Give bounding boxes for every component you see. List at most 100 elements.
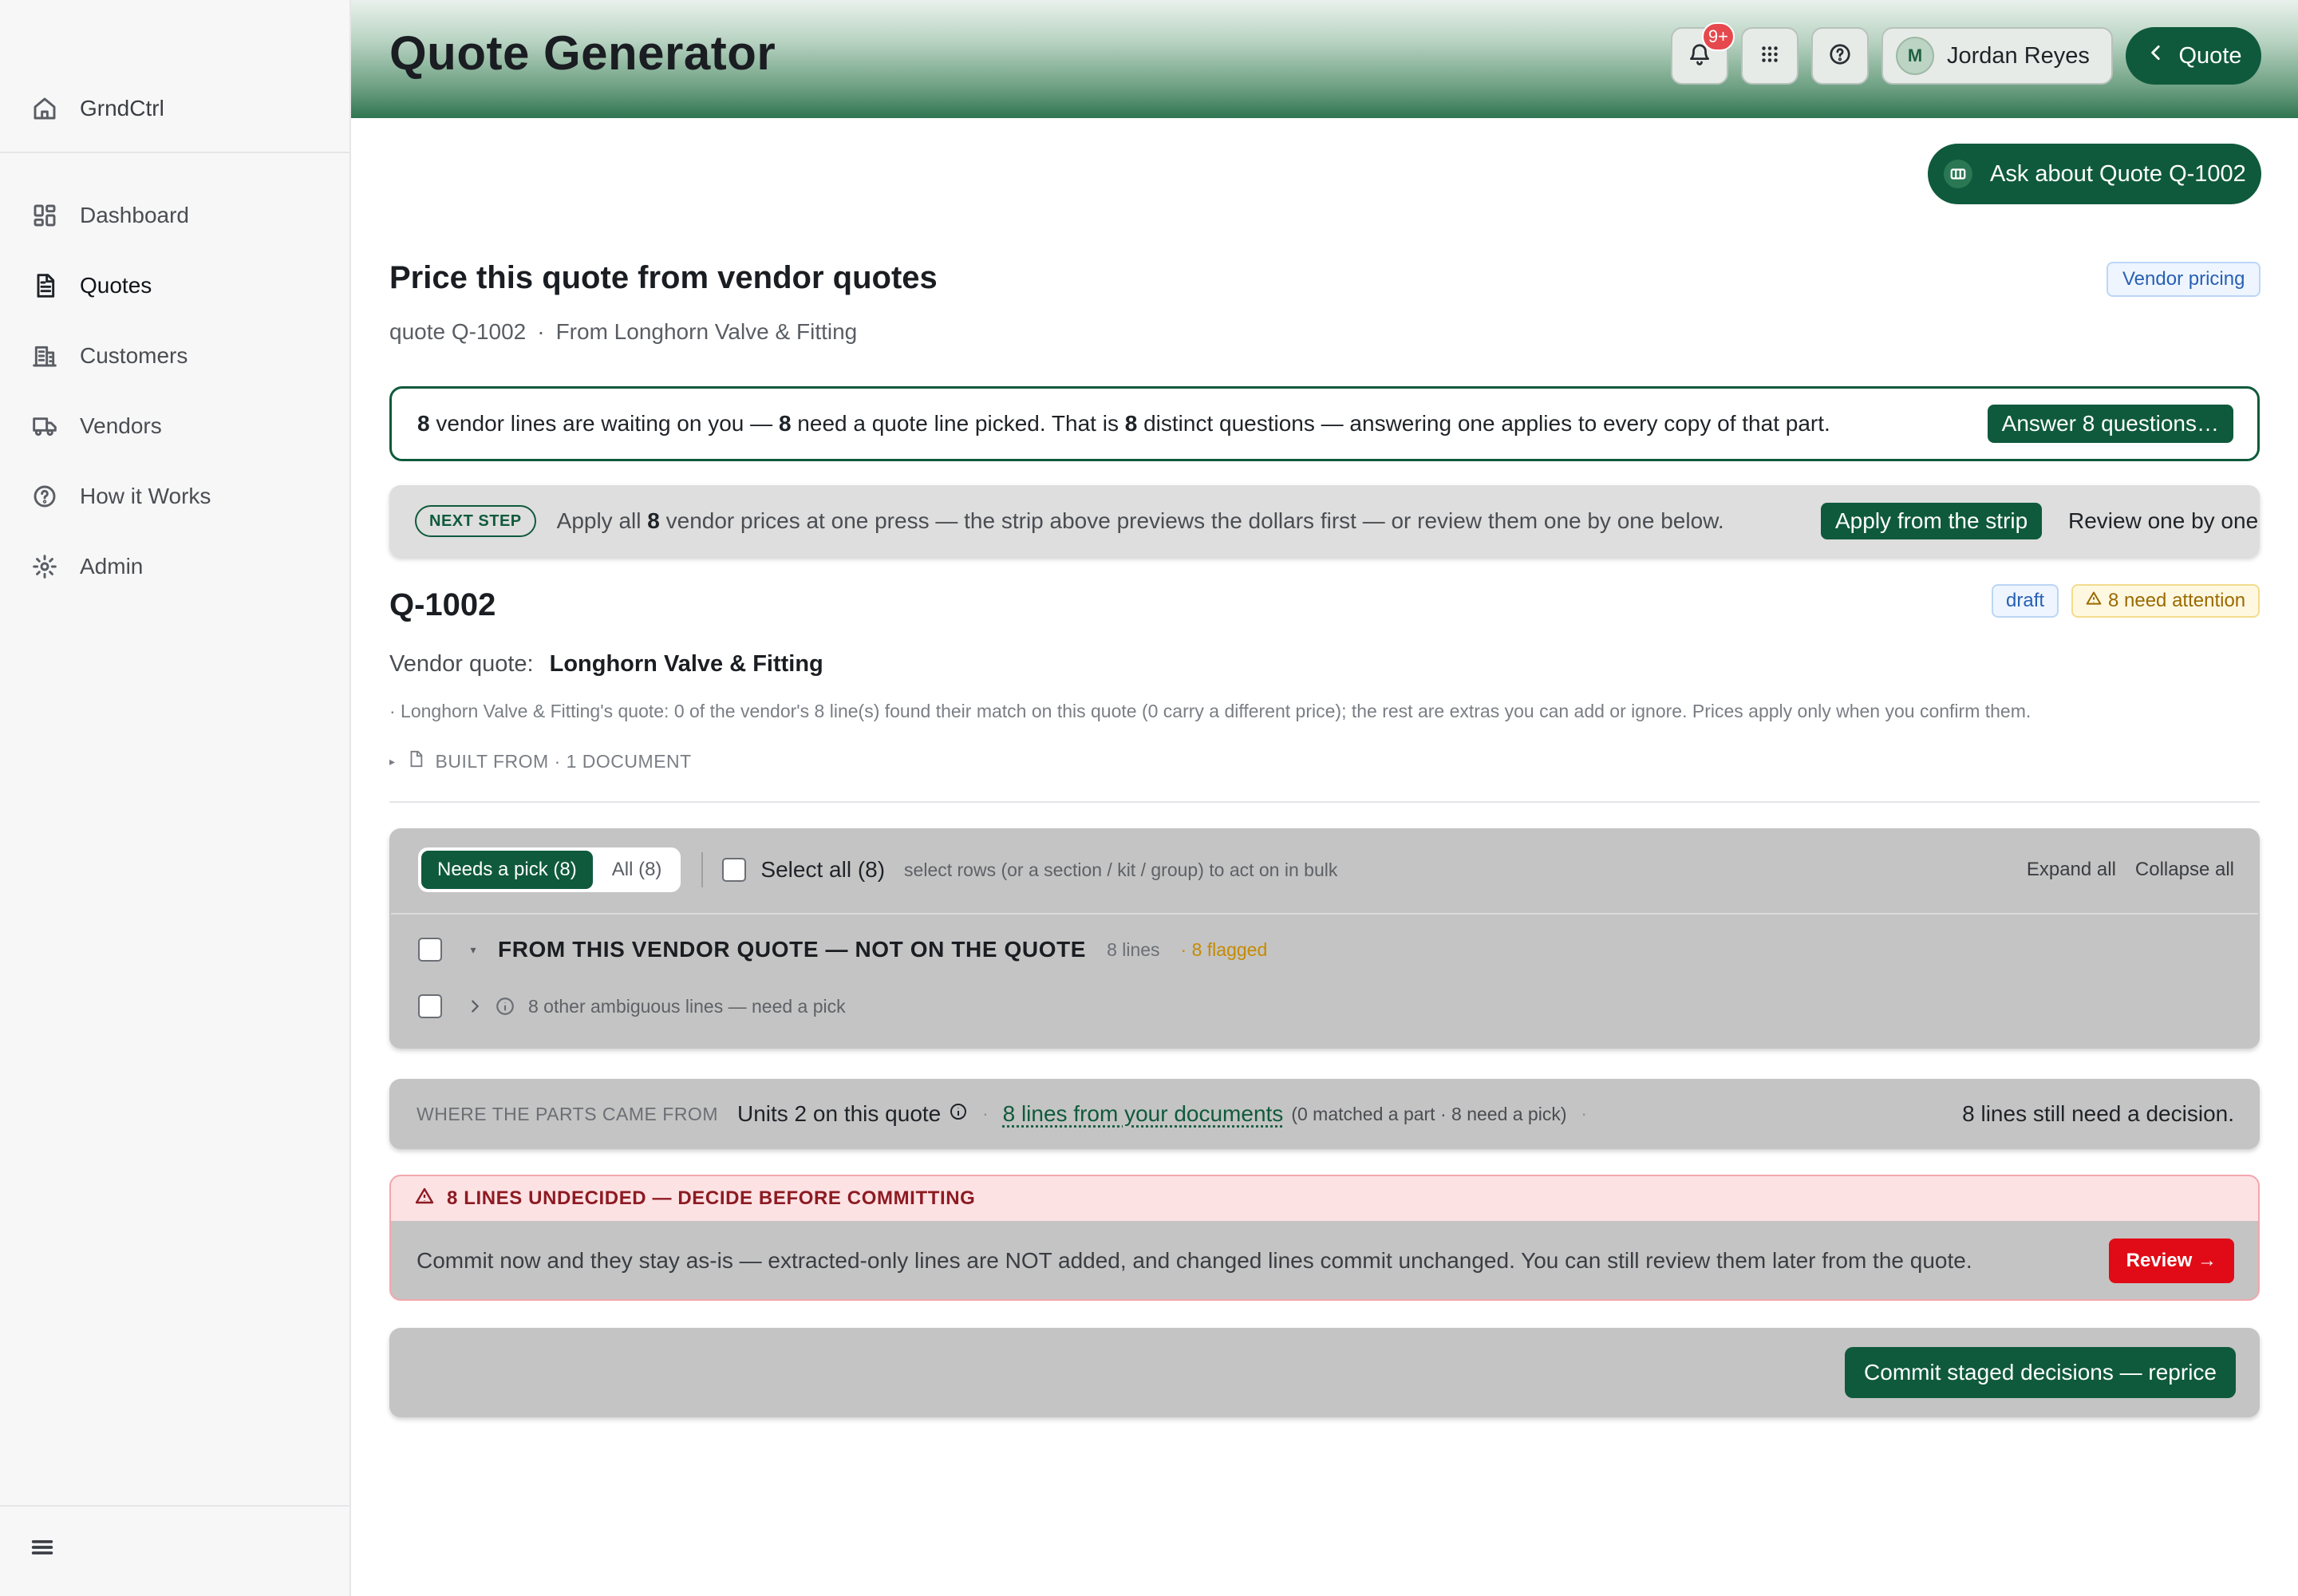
warning-header: 8 LINES UNDECIDED — DECIDE BEFORE COMMIT… xyxy=(391,1176,2258,1221)
warning-icon xyxy=(415,1187,434,1211)
truck-icon xyxy=(30,412,59,440)
group-flagged-count: · 8 flagged xyxy=(1180,938,1268,960)
next-step-bar: NEXT STEP Apply all 8 vendor prices at o… xyxy=(389,485,2260,557)
group-title: FROM THIS VENDOR QUOTE — NOT ON THE QUOT… xyxy=(498,937,1087,962)
select-all-checkbox[interactable] xyxy=(722,858,747,882)
ask-label: Ask about Quote Q-1002 xyxy=(1990,160,2246,187)
building-icon xyxy=(30,342,59,370)
document-lines-summary: (0 matched a part · 8 need a pick) xyxy=(1291,1103,1567,1124)
select-all-label: Select all (8) xyxy=(760,857,886,882)
warning-icon xyxy=(2086,590,2102,612)
review-one-by-one-button[interactable]: Review one by one xyxy=(2068,503,2258,539)
vendor-only-group: ▾ FROM THIS VENDOR QUOTE — NOT ON THE QU… xyxy=(391,913,2258,1047)
commit-bar: Commit staged decisions — reprice xyxy=(389,1328,2260,1417)
sidebar-item-label: Admin xyxy=(80,554,144,579)
dashboard-icon xyxy=(30,201,59,230)
caret-down-icon[interactable]: ▾ xyxy=(466,943,480,957)
review-button[interactable]: Review → xyxy=(2108,1238,2234,1283)
ask-about-quote-button[interactable]: Ask about Quote Q-1002 xyxy=(1928,144,2261,204)
section-title: Price this quote from vendor quotes xyxy=(389,260,938,295)
list-toolbar: Needs a pick (8) All (8) Select all (8) … xyxy=(389,828,2260,911)
pending-lines-notice: 8 vendor lines are waiting on you — 8 ne… xyxy=(389,386,2260,461)
gear-icon xyxy=(30,552,59,581)
units-on-quote: Units 2 on this quote xyxy=(737,1101,968,1127)
vendor-name: Longhorn Valve & Fitting xyxy=(549,651,823,677)
lines-list-panel: Needs a pick (8) All (8) Select all (8) … xyxy=(389,828,2260,1049)
row-checkbox[interactable] xyxy=(418,994,442,1018)
apply-from-strip-button[interactable]: Apply from the strip xyxy=(1821,503,2043,539)
sidebar-bottom-divider xyxy=(0,1505,351,1507)
separator-dot: · xyxy=(982,1104,989,1124)
back-label: Quote xyxy=(2178,42,2242,69)
sidebar-item-label: Vendors xyxy=(80,413,162,438)
sidebar-item-label: Customers xyxy=(80,343,188,368)
warning-title: 8 LINES UNDECIDED — DECIDE BEFORE COMMIT… xyxy=(447,1187,976,1209)
expand-all-button[interactable]: Expand all xyxy=(2027,859,2116,881)
group-checkbox[interactable] xyxy=(418,938,442,962)
group-header-row[interactable]: ▾ FROM THIS VENDOR QUOTE — NOT ON THE QU… xyxy=(418,937,1267,962)
sidebar-item-vendors[interactable]: Vendors xyxy=(0,391,351,461)
file-icon xyxy=(407,750,424,772)
back-to-quote-button[interactable]: Quote xyxy=(2126,27,2261,85)
bulk-hint: select rows (or a section / kit / group)… xyxy=(904,859,1338,880)
avatar: M xyxy=(1896,37,1934,75)
sidebar-item-label: Dashboard xyxy=(80,203,189,227)
document-lines-link[interactable]: 8 lines from your documents xyxy=(1003,1101,1284,1127)
triangle-right-icon: ▸ xyxy=(389,754,396,768)
user-menu-button[interactable]: M Jordan Reyes xyxy=(1881,27,2113,85)
filter-needs-pick[interactable]: Needs a pick (8) xyxy=(421,851,593,889)
group-line-count: 8 lines xyxy=(1107,938,1160,960)
brand-link[interactable]: GrndCtrl xyxy=(30,91,164,126)
attention-badge: 8 need attention xyxy=(2071,584,2260,618)
vendor-pricing-tag: Vendor pricing xyxy=(2106,262,2261,297)
sidebar-item-label: Quotes xyxy=(80,273,152,298)
notifications-button[interactable]: 9+ xyxy=(1671,22,1735,85)
sidebar-item-dashboard[interactable]: Dashboard xyxy=(0,180,351,251)
answer-questions-button[interactable]: Answer 8 questions… xyxy=(1987,405,2233,443)
page-title: Quote Generator xyxy=(389,26,776,80)
quote-id: Q-1002 xyxy=(389,587,496,622)
parts-source-strip: WHERE THE PARTS CAME FROM Units 2 on thi… xyxy=(389,1079,2260,1149)
top-header: Quote Generator 9+ M Jordan Reyes Quote xyxy=(351,0,2298,118)
info-icon[interactable] xyxy=(949,1101,968,1127)
collapse-all-button[interactable]: Collapse all xyxy=(2135,859,2234,881)
filter-all[interactable]: All (8) xyxy=(596,851,678,889)
brand-name: GrndCtrl xyxy=(80,96,164,120)
help-circle-icon xyxy=(30,482,59,511)
notice-text: 8 vendor lines are waiting on you — 8 ne… xyxy=(417,411,1830,436)
built-from-toggle[interactable]: ▸ BUILT FROM · 1 DOCUMENT xyxy=(389,750,692,772)
sidebar-item-customers[interactable]: Customers xyxy=(0,321,351,391)
menu-toggle-icon[interactable] xyxy=(29,1534,56,1561)
section-subline: quote Q-1002 · From Longhorn Valve & Fit… xyxy=(389,319,857,345)
built-from-label: BUILT FROM · 1 DOCUMENT xyxy=(435,750,692,772)
chevron-left-icon xyxy=(2146,42,2166,69)
separator-dot: · xyxy=(537,319,545,344)
document-icon xyxy=(30,271,59,300)
apps-grid-button[interactable] xyxy=(1741,27,1799,85)
chat-icon xyxy=(1944,160,1972,188)
sidebar-divider xyxy=(0,152,351,153)
commit-reprice-button[interactable]: Commit staged decisions — reprice xyxy=(1845,1347,2236,1398)
section-divider xyxy=(389,801,2260,803)
status-badge: draft xyxy=(1992,584,2059,618)
vendor-match-note: · Longhorn Valve & Fitting's quote: 0 of… xyxy=(389,701,2031,721)
ambiguous-lines-row[interactable]: 8 other ambiguous lines — need a pick xyxy=(418,994,846,1018)
notifications-badge: 9+ xyxy=(1701,22,1735,51)
grid-icon xyxy=(1758,42,1782,70)
undecided-warning: 8 LINES UNDECIDED — DECIDE BEFORE COMMIT… xyxy=(389,1175,2260,1301)
filter-segmented-control: Needs a pick (8) All (8) xyxy=(418,847,681,892)
sidebar-item-admin[interactable]: Admin xyxy=(0,531,351,602)
quote-ref: quote Q-1002 xyxy=(389,319,527,344)
expand-collapse-controls: Expand all Collapse all xyxy=(2027,828,2234,911)
undecided-summary: 8 lines still need a decision. xyxy=(1962,1101,2234,1126)
sidebar-nav: Dashboard Quotes Customers Vendors How i… xyxy=(0,180,351,602)
select-all[interactable]: Select all (8) xyxy=(722,857,885,883)
next-step-text: Apply all 8 vendor prices at one press —… xyxy=(556,508,1724,533)
sidebar-item-how-it-works[interactable]: How it Works xyxy=(0,461,351,531)
help-button[interactable] xyxy=(1811,27,1869,85)
warning-text: Commit now and they stay as-is — extract… xyxy=(417,1248,1972,1273)
info-icon xyxy=(495,996,515,1017)
vendor-label: Vendor quote: xyxy=(389,651,534,677)
sidebar-item-quotes[interactable]: Quotes xyxy=(0,251,351,321)
chevron-right-icon[interactable] xyxy=(466,998,484,1015)
